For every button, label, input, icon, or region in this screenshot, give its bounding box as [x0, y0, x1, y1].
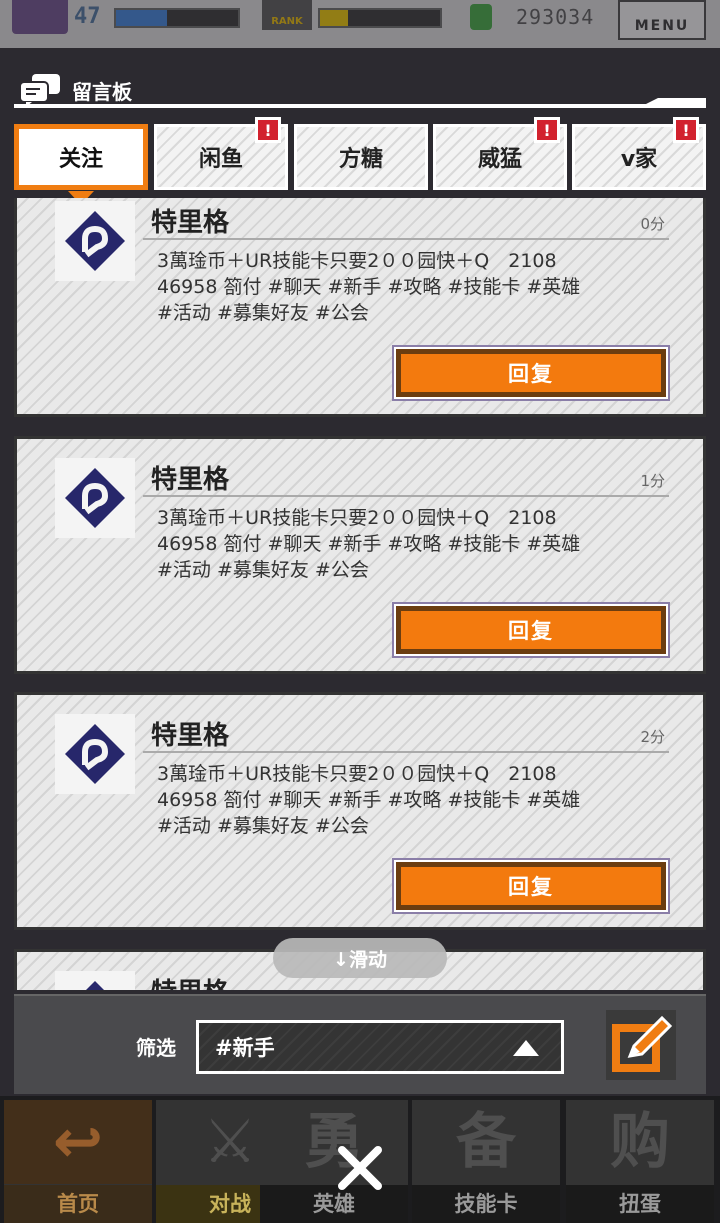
filter-selected-value: #新手: [215, 1036, 275, 1060]
tab-follow[interactable]: 关注: [14, 124, 148, 190]
divider: [143, 495, 669, 497]
exp-bar-fill: [116, 10, 168, 26]
message-line: #活动 #募集好友 #公会: [157, 815, 369, 837]
chat-bubbles-icon: [18, 72, 62, 108]
tab-label: 威猛: [477, 147, 522, 172]
avatar[interactable]: [55, 714, 135, 794]
divider: [143, 238, 669, 240]
alert-icon: !: [673, 117, 699, 143]
logo-icon: [86, 981, 104, 990]
avatar[interactable]: [55, 458, 135, 538]
reply-button-label: 回复: [396, 862, 666, 910]
poster-name: 特里格: [151, 721, 230, 751]
reply-button[interactable]: 回复: [392, 345, 670, 401]
reply-button[interactable]: 回复: [392, 602, 670, 658]
avatar[interactable]: [55, 201, 135, 281]
filter-bar: 筛选 #新手: [14, 994, 706, 1094]
board-title: 留言板: [72, 79, 132, 104]
message-text: 3萬琻币＋UR技能卡只要2００园快＋Q 2108 46958 箚付 #聊天 #新…: [157, 505, 657, 583]
status-bar: 47 RANK 293034 MENU: [0, 0, 720, 48]
alert-icon: !: [534, 117, 560, 143]
exp-bar: [114, 8, 240, 28]
nav-label: 扭蛋: [566, 1185, 714, 1223]
post-time: 0分: [640, 215, 665, 233]
logo-icon: [65, 211, 125, 271]
message-line: 46958 箚付 #聊天 #新手 #攻略 #技能卡 #英雄: [157, 533, 581, 555]
message-feed[interactable]: 特里格 0分 3萬琻币＋UR技能卡只要2００园快＋Q 2108 46958 箚付…: [14, 198, 706, 990]
caret-up-icon: [513, 1040, 539, 1056]
divider: [14, 104, 706, 108]
rank-bar-fill: [320, 10, 348, 26]
reply-button-label: 回复: [396, 349, 666, 397]
message-line: 3萬琻币＋UR技能卡只要2００园快＋Q 2108: [157, 763, 557, 785]
alert-icon: !: [255, 117, 281, 143]
reply-button[interactable]: 回复: [392, 858, 670, 914]
reply-button-label: 回复: [396, 606, 666, 654]
logo-icon: [65, 724, 125, 784]
logo-icon: [65, 468, 125, 528]
post-time: 2分: [640, 728, 665, 746]
currency-amount: 293034: [516, 5, 595, 29]
nav-label: 首页: [4, 1185, 152, 1223]
menu-button[interactable]: MENU: [618, 0, 706, 40]
rank-bar: [318, 8, 442, 28]
poster-name: 特里格: [151, 972, 229, 990]
return-icon: ↩: [4, 1100, 152, 1184]
tab-weimeng[interactable]: 威猛 !: [433, 117, 567, 190]
tab-xianyu[interactable]: 闲鱼 !: [154, 117, 288, 190]
message-line: #活动 #募集好友 #公会: [157, 559, 369, 581]
tab-fangtang[interactable]: 方糖: [294, 124, 428, 190]
tab-label: 关注: [58, 147, 103, 172]
nav-skill-cards[interactable]: 备 技能卡: [412, 1100, 560, 1223]
avatar[interactable]: [55, 971, 135, 990]
filter-label: 筛选: [136, 1036, 176, 1060]
player-level: 47: [74, 4, 101, 29]
tab-label: v家: [620, 147, 658, 172]
message-line: #活动 #募集好友 #公会: [157, 302, 369, 324]
message-line: 3萬琻币＋UR技能卡只要2００园快＋Q 2108: [157, 507, 557, 529]
message-text: 3萬琻币＋UR技能卡只要2００园快＋Q 2108 46958 箚付 #聊天 #新…: [157, 248, 657, 326]
message-line: 46958 箚付 #聊天 #新手 #攻略 #技能卡 #英雄: [157, 789, 581, 811]
nav-gacha[interactable]: 购 扭蛋: [566, 1100, 714, 1223]
compose-button[interactable]: [606, 1010, 676, 1080]
player-avatar[interactable]: [12, 0, 68, 34]
nav-label: 技能卡: [412, 1185, 560, 1223]
nav-home[interactable]: ↩ 首页: [4, 1100, 152, 1223]
scroll-hint: ↓滑动: [273, 938, 447, 978]
message-card: 特里格 0分 3萬琻币＋UR技能卡只要2００园快＋Q 2108 46958 箚付…: [14, 198, 706, 417]
tab-label: 闲鱼: [198, 147, 243, 172]
tab-vjia[interactable]: v家 !: [572, 117, 706, 190]
currency-icon: [470, 4, 492, 30]
tab-label: 方糖: [338, 147, 383, 172]
message-line: 3萬琻币＋UR技能卡只要2００园快＋Q 2108: [157, 250, 557, 272]
message-text: 3萬琻币＋UR技能卡只要2００园快＋Q 2108 46958 箚付 #聊天 #新…: [157, 761, 657, 839]
message-card: 特里格 1分 3萬琻币＋UR技能卡只要2００园快＋Q 2108 46958 箚付…: [14, 436, 706, 674]
message-card: 特里格 2分 3萬琻币＋UR技能卡只要2００园快＋Q 2108 46958 箚付…: [14, 692, 706, 930]
close-icon[interactable]: [334, 1142, 386, 1194]
post-time: 1分: [640, 472, 665, 490]
message-line: 46958 箚付 #聊天 #新手 #攻略 #技能卡 #英雄: [157, 276, 581, 298]
cards-icon: 备: [456, 1107, 516, 1177]
divider: [143, 751, 669, 753]
pencil-icon: [612, 1015, 673, 1072]
board-header: 留言板: [18, 72, 132, 108]
poster-name: 特里格: [151, 208, 230, 238]
filter-dropdown[interactable]: #新手: [196, 1020, 564, 1074]
rank-badge: RANK: [262, 0, 312, 30]
poster-name: 特里格: [151, 465, 230, 495]
gacha-icon: 购: [610, 1107, 670, 1177]
channel-tabs: 关注 闲鱼 ! 方糖 威猛 ! v家 !: [14, 117, 706, 192]
